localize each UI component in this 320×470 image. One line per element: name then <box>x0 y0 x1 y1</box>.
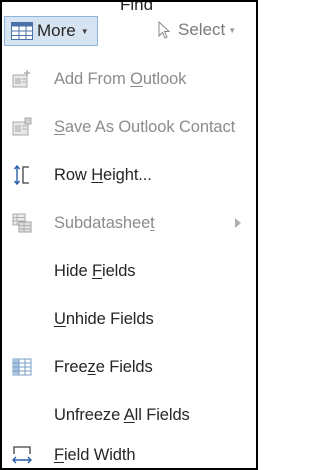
cursor-arrow-icon <box>158 21 171 39</box>
menu-item-add-from-outlook[interactable]: Add From Outlook <box>2 61 256 97</box>
chevron-right-icon <box>235 218 241 228</box>
ribbon-strip: More ▼ Find Select ▼ <box>2 2 256 51</box>
more-button-label: More <box>37 21 76 40</box>
menu-item-label: Unfreeze All Fields <box>54 405 190 424</box>
menu-item-label: Add From Outlook <box>54 69 187 88</box>
menu-item-label: Hide Fields <box>54 261 136 280</box>
subdatasheet-icon <box>12 213 32 233</box>
menu-item-label: Unhide Fields <box>54 309 154 328</box>
menu-item-label: Freeze Fields <box>54 357 153 376</box>
chevron-down-icon: ▼ <box>228 25 237 35</box>
select-button[interactable]: Select ▼ <box>156 20 236 40</box>
field-width-icon <box>12 446 32 464</box>
find-group-label: Find <box>120 0 154 14</box>
more-dropdown-menu: Add From Outlook Save As Outlook Contact… <box>2 51 256 468</box>
menu-item-row-height[interactable]: Row Height... <box>2 157 256 193</box>
menu-item-freeze-fields[interactable]: Freeze Fields <box>2 349 256 385</box>
menu-item-label: Field Width <box>54 445 136 464</box>
select-button-label: Select <box>178 20 226 39</box>
menu-item-label: Save As Outlook Contact <box>54 117 236 136</box>
menu-item-unfreeze-all-fields[interactable]: Unfreeze All Fields <box>2 397 256 433</box>
add-from-outlook-icon <box>12 70 30 88</box>
menu-item-label: Row Height... <box>54 165 152 184</box>
more-dropdown-screenshot: More ▼ Find Select ▼ Add From Outlook Sa… <box>0 0 258 470</box>
more-button[interactable]: More ▼ <box>4 16 98 46</box>
menu-item-subdatasheet[interactable]: Subdatasheet <box>2 205 256 241</box>
menu-item-field-width[interactable]: Field Width <box>2 437 256 468</box>
save-as-outlook-contact-icon <box>12 117 32 136</box>
datasheet-grid-icon <box>11 22 33 40</box>
chevron-down-icon: ▼ <box>80 26 89 36</box>
menu-item-label: Subdatasheet <box>54 213 155 232</box>
menu-item-save-as-outlook-contact[interactable]: Save As Outlook Contact <box>2 109 256 145</box>
freeze-fields-icon <box>12 358 32 376</box>
menu-item-hide-fields[interactable]: Hide Fields <box>2 253 256 289</box>
menu-item-unhide-fields[interactable]: Unhide Fields <box>2 301 256 337</box>
row-height-icon <box>13 165 29 185</box>
